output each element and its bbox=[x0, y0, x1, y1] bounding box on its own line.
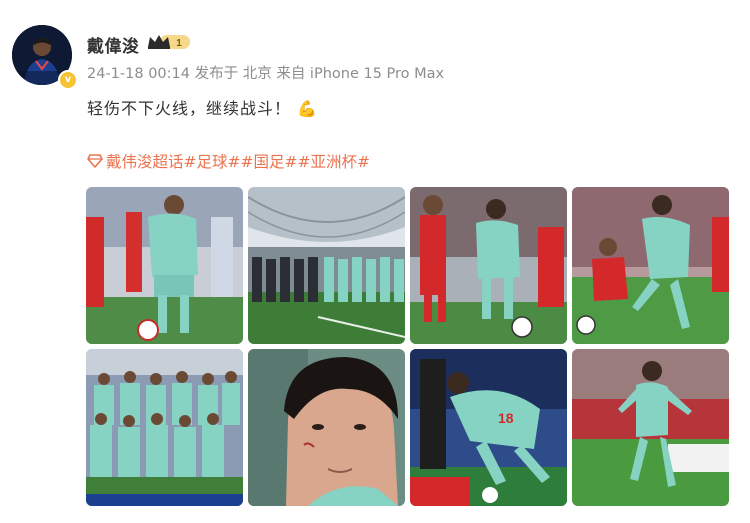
photo-tile-4[interactable] bbox=[572, 187, 729, 344]
post-body: 轻伤不下火线，继续战斗！ bbox=[87, 99, 292, 118]
crown-icon[interactable]: 1 bbox=[146, 33, 190, 51]
username[interactable]: 戴偉浚 bbox=[87, 32, 140, 57]
hashtag-asian-cup[interactable]: #亚洲杯# bbox=[297, 150, 369, 172]
photo-tile-1[interactable] bbox=[86, 187, 243, 344]
photo-tile-7[interactable]: 18 bbox=[410, 349, 567, 506]
tag-row: 戴伟浚超话 #足球# #国足# #亚洲杯# bbox=[87, 150, 370, 172]
photo-tile-3[interactable] bbox=[410, 187, 567, 344]
photo-tile-6[interactable] bbox=[248, 349, 405, 506]
super-topic-link[interactable]: 戴伟浚超话 bbox=[106, 150, 184, 172]
photo-tile-5[interactable] bbox=[86, 349, 243, 506]
level-badge-number: 1 bbox=[176, 38, 182, 49]
post-text: 轻伤不下火线，继续战斗！ 💪 bbox=[87, 95, 318, 119]
photo-tile-8[interactable] bbox=[572, 349, 729, 506]
photo-grid: 18 bbox=[86, 187, 731, 507]
diamond-icon bbox=[87, 154, 103, 168]
svg-text:18: 18 bbox=[498, 410, 514, 426]
verified-badge-icon: v bbox=[58, 70, 78, 90]
post-meta: 24-1-18 00:14 发布于 北京 来自 iPhone 15 Pro Ma… bbox=[87, 66, 445, 82]
hashtag-football[interactable]: #足球# bbox=[184, 150, 241, 172]
photo-tile-2[interactable] bbox=[248, 187, 405, 344]
hashtag-national-team[interactable]: #国足# bbox=[241, 150, 298, 172]
muscle-emoji-icon: 💪 bbox=[297, 99, 318, 118]
